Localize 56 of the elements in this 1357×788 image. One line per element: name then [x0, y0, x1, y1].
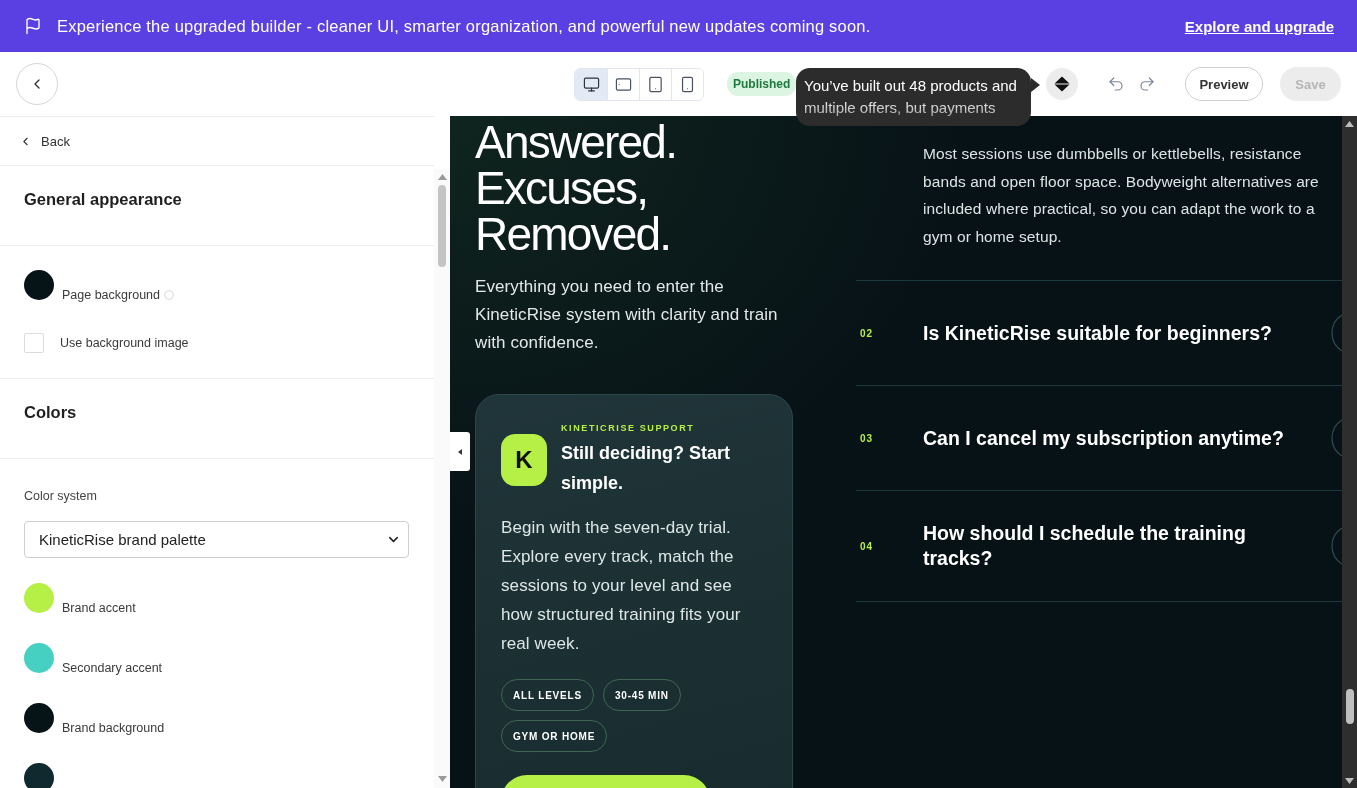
phone-view-button[interactable] [671, 68, 703, 100]
faq-answer: Most sessions use dumbbells or kettlebells, resistance bands and open floor space. Bodyweight alternatives are included where practical, so you can adapt the work to a gym or home setup. [923, 144, 1320, 247]
scroll-up-icon[interactable] [1345, 121, 1354, 127]
upgrade-link[interactable]: Explore and upgrade [1184, 17, 1334, 35]
back-link[interactable]: Back [19, 133, 70, 149]
color-swatch[interactable] [24, 270, 54, 300]
banner-message: Experience the upgraded builder - cleaner UI, smarter organization, and powerful new updates coming soon. [57, 16, 872, 36]
scrollbar-thumb[interactable] [438, 185, 446, 267]
faq-question: Can I cancel my subscription anytime? [923, 425, 1285, 451]
scroll-down-icon[interactable] [1345, 778, 1354, 784]
info-icon [164, 290, 174, 300]
swatch-label: Secondary accent [62, 660, 163, 676]
hero-intro: Everything you need to enter the KineticRise system with clarity and train with confidence. [475, 276, 779, 354]
section-title: General appearance [24, 189, 183, 210]
card-title: Still deciding? Start simple. [561, 442, 731, 495]
undo-button[interactable] [1107, 75, 1125, 93]
color-swatch[interactable] [24, 583, 54, 613]
tooltip-pointer-icon [1031, 78, 1040, 92]
redo-icon [1138, 75, 1156, 93]
card-eyebrow: KINETICRISE SUPPORT [561, 422, 696, 434]
tablet-landscape-icon [615, 75, 632, 93]
faq-question: How should I schedule the training tracks? [923, 521, 1247, 571]
undo-icon [1107, 75, 1125, 93]
faq-number: 03 [859, 432, 875, 444]
status-badge: Published [727, 72, 797, 96]
faq-number: 04 [859, 540, 875, 552]
scrollbar-thumb[interactable] [1345, 689, 1354, 724]
tablet-icon [647, 75, 664, 93]
flag-icon [24, 17, 42, 35]
color-swatch[interactable] [24, 763, 54, 788]
tooltip: You’ve built out 48 products and multiple offers, but payments [796, 68, 1031, 126]
desktop-view-button[interactable] [575, 68, 607, 100]
preview-button[interactable]: Preview [1185, 67, 1263, 101]
collapse-panel-button[interactable] [450, 432, 470, 471]
hero-heading: Answered. Excuses, Removed. [475, 119, 678, 257]
swatch-label: Brand background [62, 720, 165, 736]
color-swatch[interactable] [24, 703, 54, 733]
color-system-select[interactable]: KineticRise brand palette [24, 521, 409, 558]
gem-button[interactable] [1046, 68, 1078, 100]
caret-left-icon [458, 448, 462, 455]
phone-icon [679, 75, 696, 93]
redo-button[interactable] [1138, 75, 1156, 93]
faq-question: Is KineticRise suitable for beginners? [923, 320, 1273, 346]
faq-item[interactable]: 04 How should I schedule the training tracks? [856, 490, 1342, 602]
card-body: Begin with the seven-day trial. Explore every track, match the sessions to your level and see how structured training fits your real week. [501, 517, 742, 655]
gem-icon [1054, 76, 1070, 92]
monitor-icon [582, 75, 600, 93]
swatch-label: Page background [62, 287, 160, 303]
checkbox-label: Use background image [60, 336, 189, 350]
section-title: Colors [24, 402, 78, 423]
faq-number: 02 [859, 327, 875, 339]
avatar-badge: K [501, 434, 547, 486]
field-label: Color system [24, 489, 98, 503]
swatch-label: Brand accent [62, 600, 136, 616]
checkbox[interactable] [24, 333, 44, 353]
color-swatch[interactable] [24, 643, 54, 673]
